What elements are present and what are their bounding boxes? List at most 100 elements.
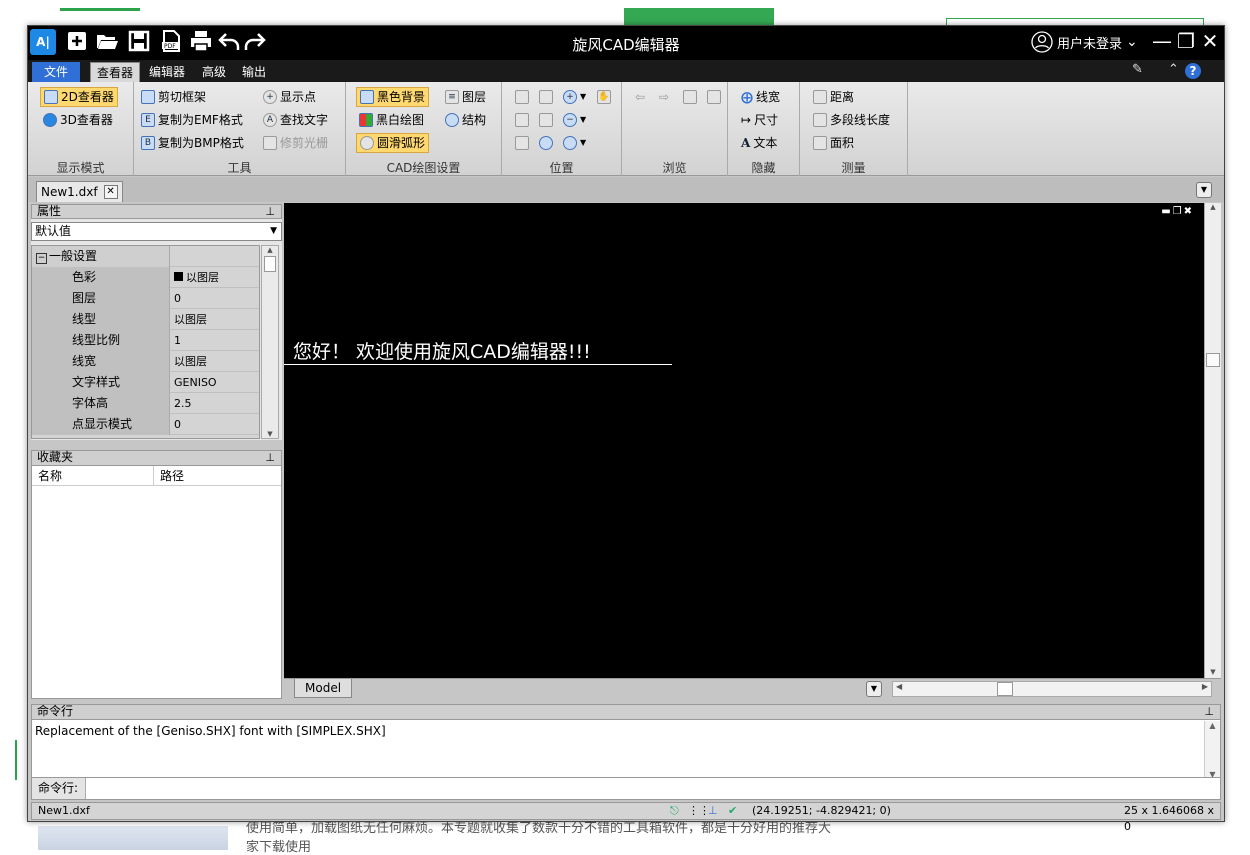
document-tab[interactable]: New1.dxf ✕	[36, 181, 123, 202]
tab-file[interactable]: 文件	[32, 62, 80, 82]
smooth-arc-button[interactable]: 圆滑弧形	[356, 133, 430, 153]
scroll-thumb[interactable]	[1206, 353, 1220, 367]
fit-view-button[interactable]	[512, 87, 532, 107]
drawing-canvas[interactable]: ▬❐✖ 您好！ 欢迎使用旋风CAD编辑器!!!	[284, 203, 1204, 678]
model-tab[interactable]: Model	[294, 679, 353, 698]
collapse-icon[interactable]: −	[36, 253, 47, 264]
scroll-left-icon[interactable]: ◀	[896, 682, 902, 691]
property-value[interactable]: 以图层	[171, 351, 259, 372]
polyline-length-button[interactable]: 多段线长度	[810, 110, 893, 130]
zoom-in-button[interactable]: + ▼	[560, 87, 589, 107]
close-icon[interactable]: ✕	[1198, 29, 1222, 53]
tab-viewer[interactable]: 查看器	[90, 62, 141, 82]
show-points-button[interactable]: + 显示点	[260, 87, 319, 107]
pin-icon[interactable]: ⊥	[265, 205, 275, 218]
column-path[interactable]: 路径	[154, 466, 184, 485]
orbit-button[interactable]: ▼	[560, 133, 589, 153]
property-row[interactable]: 线宽 以图层	[32, 351, 259, 372]
back-button[interactable]: ⇦	[632, 87, 648, 107]
scroll-up-icon[interactable]: ▲	[1205, 203, 1221, 211]
ortho-icon[interactable]: ⊥	[708, 803, 718, 819]
scroll-down-icon[interactable]: ▼	[1205, 668, 1221, 676]
copy-bmp-button[interactable]: B 复制为BMP格式	[138, 133, 247, 153]
chevron-down-icon[interactable]: ▼	[866, 681, 882, 697]
chevron-down-icon[interactable]: ▼	[1196, 182, 1212, 198]
bw-draw-button[interactable]: 黑白绘图	[356, 110, 427, 130]
property-row[interactable]: 线型比例 1	[32, 330, 259, 351]
canvas-horizontal-scrollbar[interactable]: ◀ ▶	[892, 681, 1212, 697]
property-row[interactable]: 线型 以图层	[32, 309, 259, 330]
properties-selector[interactable]: 默认值 ▼	[31, 222, 282, 241]
tab-editor[interactable]: 编辑器	[143, 62, 191, 82]
bg-thumbnail[interactable]	[38, 826, 228, 850]
property-row[interactable]: 字体高 2.5	[32, 393, 259, 414]
scroll-thumb[interactable]	[264, 256, 276, 272]
forward-button[interactable]: ⇨	[656, 87, 672, 107]
grid-icon[interactable]: ⋮⋮	[688, 803, 710, 819]
arrange-button[interactable]	[512, 110, 532, 130]
login-area[interactable]: 用户未登录 ⌄	[1031, 31, 1138, 53]
property-value[interactable]: 以图层	[171, 267, 259, 288]
command-scrollbar[interactable]: ▲ ▼	[1204, 721, 1220, 779]
pan-button[interactable]: ✋	[594, 87, 614, 107]
style-icon[interactable]: ✎	[1132, 62, 1143, 77]
collapse-ribbon-icon[interactable]: ⌃	[1168, 62, 1179, 77]
trim-raster-button[interactable]: 修剪光栅	[260, 133, 331, 153]
scroll-right-icon[interactable]: ▶	[1202, 682, 1208, 691]
scroll-thumb[interactable]	[997, 682, 1013, 696]
clip-frame-label: 剪切框架	[158, 90, 207, 104]
pin-icon[interactable]: ⊥	[265, 451, 275, 464]
property-scrollbar[interactable]: ▲ ▼	[261, 245, 279, 439]
minimize-icon[interactable]: —	[1150, 29, 1174, 53]
chevron-down-icon[interactable]: ⌄	[1126, 34, 1138, 50]
close-icon[interactable]: ✕	[103, 185, 118, 199]
property-value[interactable]: 2.5	[171, 393, 259, 414]
property-name: 图层	[32, 288, 170, 309]
lineweight-button[interactable]: ⨁ 线宽	[738, 87, 783, 107]
structure-button[interactable]: 结构	[442, 110, 489, 130]
command-input[interactable]	[88, 779, 1216, 798]
scroll-up-icon[interactable]: ▲	[262, 246, 278, 254]
property-row[interactable]: 图层 0	[32, 288, 259, 309]
property-row[interactable]: 文字样式 GENISO	[32, 372, 259, 393]
viewer-2d-button[interactable]: 2D查看器	[40, 87, 118, 107]
canvas-vertical-scrollbar[interactable]: ▲ ▼	[1204, 203, 1221, 678]
property-value[interactable]: 1	[171, 330, 259, 351]
snap-icon[interactable]: ⎋	[670, 803, 679, 819]
viewer-3d-button[interactable]: 3D查看器	[40, 110, 116, 130]
property-row[interactable]: 点显示模式 0	[32, 414, 259, 435]
area-button[interactable]: 面积	[810, 133, 857, 153]
rotate-button[interactable]	[512, 133, 532, 153]
dimension-button[interactable]: ↦ 尺寸	[738, 110, 781, 130]
tab-advanced[interactable]: 高级	[196, 62, 232, 82]
copy-emf-button[interactable]: E 复制为EMF格式	[138, 110, 246, 130]
layers-button[interactable]: ≡ 图层	[442, 87, 489, 107]
property-value[interactable]: GENISO	[171, 372, 259, 393]
tab-output[interactable]: 输出	[236, 62, 272, 82]
zoom-previous-button[interactable]	[536, 133, 556, 153]
zoom-extents-button[interactable]	[536, 110, 556, 130]
column-name[interactable]: 名称	[32, 466, 154, 485]
browse-action-button[interactable]	[680, 87, 700, 107]
restore-icon[interactable]: ❐	[1174, 29, 1198, 53]
find-text-button[interactable]: A 查找文字	[260, 110, 331, 130]
zoom-window-button[interactable]	[536, 87, 556, 107]
property-value[interactable]: 0	[171, 414, 259, 435]
osnap-icon[interactable]: ✔	[728, 803, 737, 819]
help-icon[interactable]: ?	[1185, 63, 1201, 79]
status-file: New1.dxf	[38, 804, 90, 817]
scroll-down-icon[interactable]: ▼	[262, 430, 278, 438]
distance-button[interactable]: 距离	[810, 87, 857, 107]
property-value[interactable]: 0	[171, 288, 259, 309]
canvas-window-controls[interactable]: ▬❐✖	[1161, 206, 1194, 217]
property-category[interactable]: − 一般设置	[32, 246, 259, 267]
text-button[interactable]: A 文本	[738, 133, 780, 153]
property-row[interactable]: 色彩 以图层	[32, 267, 259, 288]
property-value[interactable]: 以图层	[171, 309, 259, 330]
black-background-button[interactable]: 黑色背景	[356, 87, 430, 107]
browse-action2-button[interactable]	[704, 87, 724, 107]
zoom-out-button[interactable]: − ▼	[560, 110, 589, 130]
scroll-up-icon[interactable]: ▲	[1205, 721, 1220, 730]
pin-icon[interactable]: ⊥	[1204, 705, 1214, 718]
clip-frame-button[interactable]: 剪切框架	[138, 87, 209, 107]
